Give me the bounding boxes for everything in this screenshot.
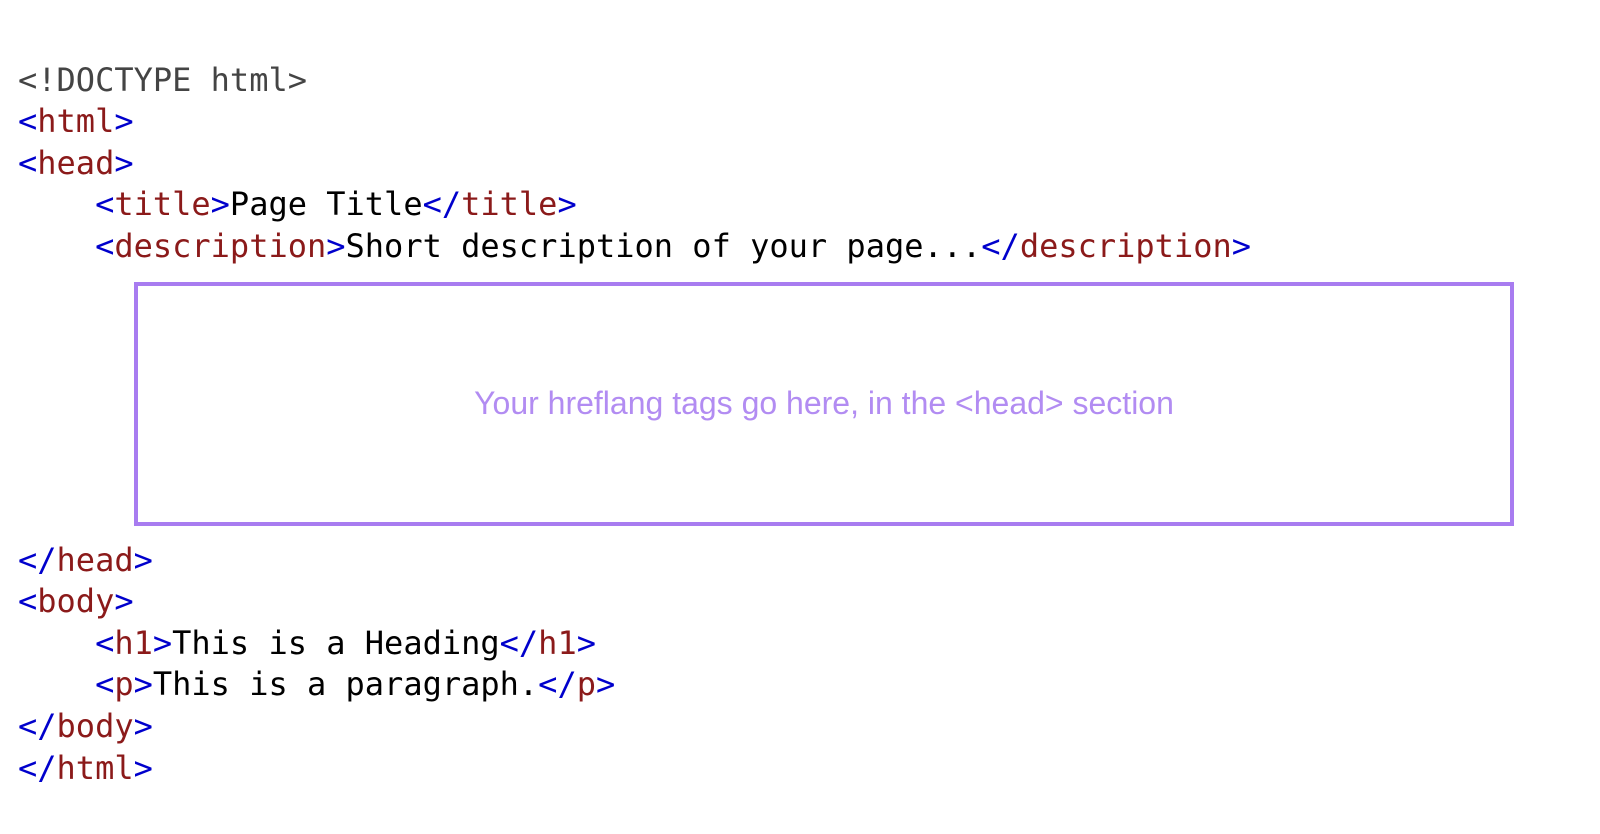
title-tag-open: title — [114, 185, 210, 223]
html-open-tag: html — [37, 102, 114, 140]
callout-text: Your hreflang tags go here, in the <head… — [474, 383, 1174, 425]
hreflang-callout: Your hreflang tags go here, in the <head… — [134, 282, 1514, 526]
head-close-tag: head — [57, 541, 134, 579]
h1-text: This is a Heading — [172, 624, 500, 662]
p-tag-close: p — [577, 665, 596, 703]
body-close-tag: body — [57, 707, 134, 745]
description-tag-open: description — [114, 227, 326, 265]
p-text: This is a paragraph. — [153, 665, 538, 703]
title-text: Page Title — [230, 185, 423, 223]
description-text: Short description of your page... — [346, 227, 982, 265]
head-open-tag: head — [37, 144, 114, 182]
body-open-tag: body — [37, 582, 114, 620]
description-tag-close: description — [1020, 227, 1232, 265]
h1-tag-close: h1 — [538, 624, 577, 662]
callout-wrapper: Your hreflang tags go here, in the <head… — [18, 282, 1582, 526]
doctype-line: <!DOCTYPE html> — [18, 61, 307, 99]
code-snippet: <!DOCTYPE html> <html> <head> <title>Pag… — [0, 0, 1600, 789]
h1-tag-open: h1 — [114, 624, 153, 662]
title-tag-close: title — [461, 185, 557, 223]
p-tag-open: p — [114, 665, 133, 703]
html-close-tag: html — [57, 749, 134, 787]
